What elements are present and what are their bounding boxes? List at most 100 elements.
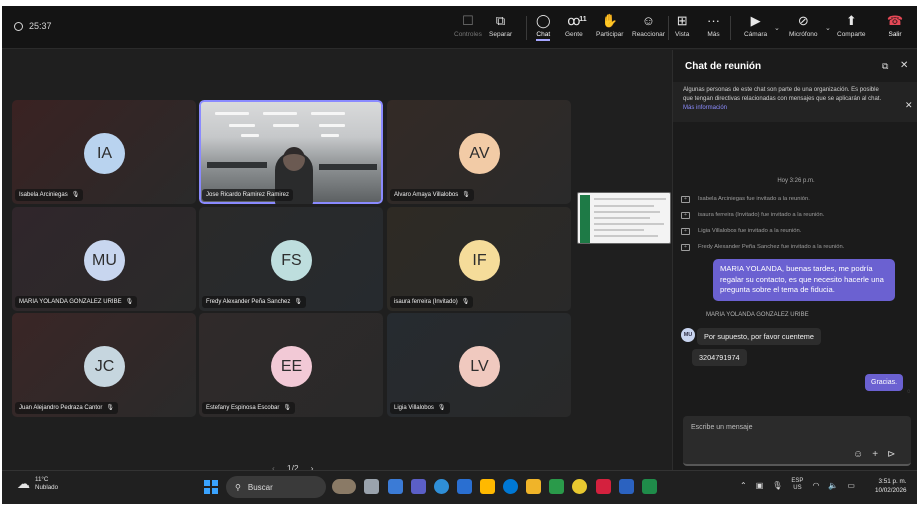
- system-messages: Hoy 3:26 p.m. + Isabela Arciniegas fue in…: [681, 178, 911, 255]
- onedrive-icon[interactable]: ▣: [756, 481, 764, 490]
- participant-tile[interactable]: FS Fredy Alexander Peña Sanchez 🎙: [199, 207, 383, 311]
- meeting-timer: 25:37: [14, 21, 52, 31]
- my-message-bubble[interactable]: MARIA YOLANDA, buenas tardes, me podría …: [713, 259, 895, 301]
- system-message: + Fredy Alexander Peña Sanchez fue invita…: [681, 239, 911, 255]
- share-button[interactable]: ⬆ Comparte: [837, 11, 866, 45]
- word-icon[interactable]: [619, 479, 634, 494]
- language-indicator[interactable]: ESP US: [791, 478, 803, 492]
- task-view-icon[interactable]: [364, 479, 379, 494]
- close-icon[interactable]: ✕: [900, 60, 908, 71]
- people-count-badge: 11: [579, 16, 587, 23]
- battery-icon[interactable]: ▭: [847, 481, 855, 490]
- controls-icon: ☐: [462, 13, 474, 28]
- participant-name: isaura ferreira (Invitado) 🎙: [390, 296, 474, 308]
- mic-options-chevron-icon[interactable]: ⌄: [825, 24, 831, 32]
- pop-out-chat-icon[interactable]: ⧉: [882, 61, 888, 72]
- avatar: EE: [271, 346, 312, 387]
- raise-hand-button[interactable]: ✋ Participar: [596, 11, 623, 45]
- camera-options-chevron-icon[interactable]: ⌄: [774, 24, 780, 32]
- meeting-toolbar: 25:37 ☐ Controles ⧉ Separar ◯ Chat ꝏ 11 G…: [2, 6, 917, 49]
- file-explorer-icon[interactable]: [526, 479, 541, 494]
- copilot-icon[interactable]: [388, 479, 403, 494]
- learn-more-link[interactable]: Más información: [683, 105, 727, 111]
- camera-button[interactable]: ▶ Cámara: [744, 11, 767, 45]
- people-button[interactable]: ꝏ 11 Gente: [565, 11, 587, 45]
- chrome-icon[interactable]: [572, 479, 587, 494]
- search-box[interactable]: ⚲ Buscar: [226, 476, 326, 498]
- chat-title: Chat de reunión: [685, 61, 762, 72]
- participant-tile[interactable]: MU MARIA YOLANDA GONZALEZ URIBE 🎙: [12, 207, 196, 311]
- emoji-icon[interactable]: ☺: [853, 449, 863, 460]
- plus-icon[interactable]: +: [872, 449, 878, 460]
- participant-tile[interactable]: JC Juan Alejandro Pedraza Cantor 🎙: [12, 313, 196, 417]
- word-like-icon[interactable]: [596, 479, 611, 494]
- volume-icon[interactable]: 🔈: [828, 481, 838, 490]
- received-message-bubble[interactable]: 3204791974: [692, 349, 747, 366]
- react-button[interactable]: ☺ Reaccionar: [632, 11, 665, 45]
- mic-muted-icon: 🎙: [71, 192, 80, 198]
- wifi-icon[interactable]: ◠: [812, 481, 819, 490]
- chevron-up-icon[interactable]: ⌃: [740, 481, 747, 490]
- participant-tile[interactable]: LV Ligia Villalobos 🎙: [387, 313, 571, 417]
- controls-button[interactable]: ☐ Controles: [454, 11, 482, 45]
- participant-tile[interactable]: IA Isabela Arciniegas 🎙: [12, 100, 196, 204]
- participant-tile-video[interactable]: Jose Ricardo Ramirez Ramirez: [199, 100, 383, 204]
- chat-panel: Chat de reunión ⧉ ✕ Algunas personas de …: [672, 50, 917, 470]
- participant-name: Alvaro Amaya Villalobos 🎙: [390, 189, 474, 201]
- weather-widget[interactable]: ☁ 11°C Nublado: [17, 476, 58, 492]
- mic-icon[interactable]: 🎙: [772, 481, 782, 490]
- smiley-icon: ☺: [641, 13, 656, 28]
- hang-up-icon: ☎: [886, 13, 904, 28]
- store-icon[interactable]: [480, 479, 495, 494]
- avatar: IA: [84, 133, 125, 174]
- message-compose-box[interactable]: Escribe un mensaje ☺ + ⊳: [683, 416, 911, 466]
- microphone-button[interactable]: ⊘ Micrófono: [789, 11, 818, 45]
- shared-content-thumbnail[interactable]: [577, 192, 671, 244]
- start-button[interactable]: [204, 480, 218, 494]
- sender-name: MARIA YOLANDA GONZALEZ URIBE: [706, 312, 809, 318]
- mic-muted-icon: 🎙: [461, 299, 470, 305]
- system-message: + isaura ferreira (Invitado) fue invitado…: [681, 207, 911, 223]
- pop-out-button[interactable]: ⧉ Separar: [489, 11, 512, 45]
- shield-icon: [14, 21, 23, 31]
- avatar: IF: [459, 240, 500, 281]
- my-message-bubble[interactable]: Gracias.: [865, 374, 904, 391]
- more-button[interactable]: ··· Más: [707, 11, 720, 45]
- user-added-icon: +: [681, 211, 690, 219]
- mic-muted-icon: 🎙: [437, 405, 446, 411]
- widget-app-icon[interactable]: [332, 479, 356, 494]
- view-button[interactable]: ⊞ Vista: [675, 11, 689, 45]
- send-icon[interactable]: ⊳: [887, 449, 895, 460]
- participant-name: Ligia Villalobos 🎙: [390, 402, 450, 414]
- participant-tile[interactable]: IF isaura ferreira (Invitado) 🎙: [387, 207, 571, 311]
- chat-button[interactable]: ◯ Chat: [536, 11, 551, 45]
- teams-icon[interactable]: [411, 479, 426, 494]
- mic-muted-icon: 🎙: [294, 299, 303, 305]
- leave-button[interactable]: ☎ Salir: [878, 11, 912, 45]
- drive-icon[interactable]: [549, 479, 564, 494]
- mic-off-icon: ⊘: [797, 13, 809, 28]
- chat-bubble-icon: ◯: [536, 13, 551, 28]
- hand-icon: ✋: [601, 13, 618, 28]
- avatar: JC: [84, 346, 125, 387]
- excel-icon[interactable]: [642, 479, 657, 494]
- mail-icon[interactable]: [457, 479, 472, 494]
- participant-tile[interactable]: AV Alvaro Amaya Villalobos 🎙: [387, 100, 571, 204]
- participant-name: Fredy Alexander Peña Sanchez 🎙: [202, 296, 307, 308]
- outlook-icon[interactable]: [503, 479, 518, 494]
- participant-tile[interactable]: EE Estefany Espinosa Escobar 🎙: [199, 313, 383, 417]
- system-message: + Ligia Villalobos fue invitado a la reun…: [681, 223, 911, 239]
- taskbar-clock[interactable]: 3:51 p. m. 10/02/2026: [875, 477, 907, 495]
- edge-icon[interactable]: [434, 479, 449, 494]
- mic-muted-icon: 🎙: [283, 405, 291, 411]
- mic-muted-icon: 🎙: [125, 299, 134, 305]
- avatar: AV: [459, 133, 500, 174]
- ellipsis-icon: ···: [707, 13, 720, 28]
- participant-name: Jose Ricardo Ramirez Ramirez: [202, 189, 294, 201]
- avatar: FS: [271, 240, 312, 281]
- received-message-bubble[interactable]: Por supuesto, por favor cuenteme: [697, 328, 821, 345]
- avatar: LV: [459, 346, 500, 387]
- dismiss-notice-icon[interactable]: ✕: [905, 100, 913, 111]
- share-screen-icon: ⬆: [845, 13, 857, 28]
- pop-out-icon: ⧉: [495, 13, 506, 28]
